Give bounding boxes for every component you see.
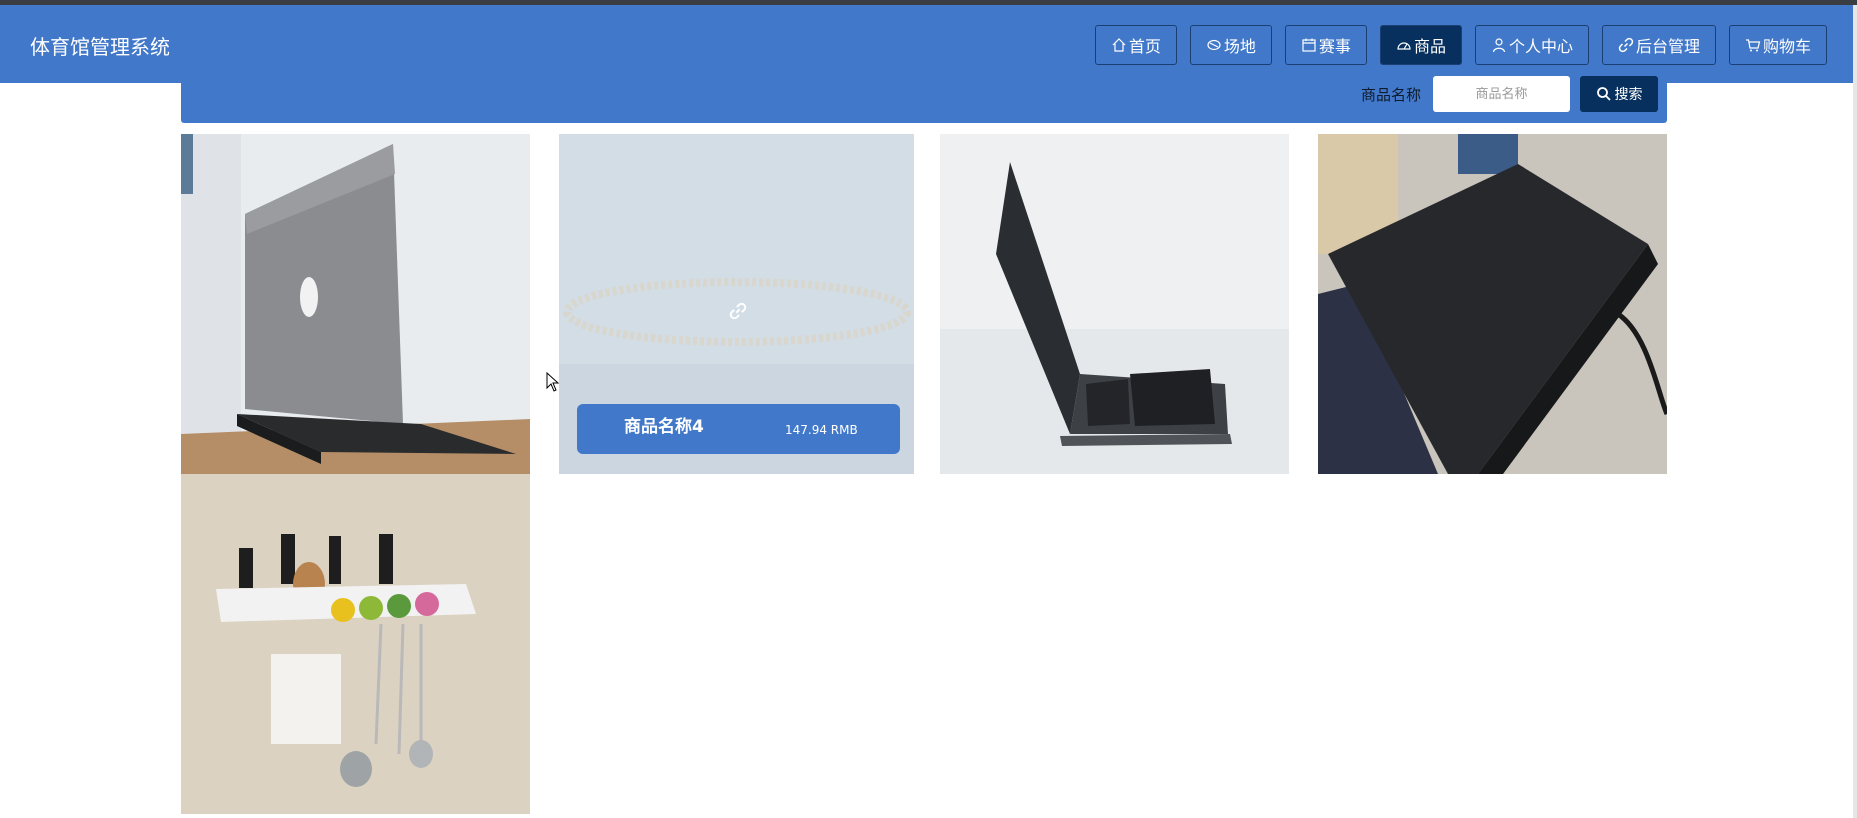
- nav-item-admin[interactable]: 后台管理: [1601, 25, 1716, 65]
- product-image: [940, 134, 1289, 474]
- product-card[interactable]: [1318, 134, 1667, 474]
- cart-icon: [1745, 39, 1761, 52]
- page-scrollbar[interactable]: [1853, 5, 1857, 818]
- product-caption: 商品名称4 147.94 RMB: [577, 404, 900, 454]
- venue-icon: [1207, 39, 1221, 51]
- home-icon: [1112, 38, 1126, 52]
- app-title: 体育馆管理系统: [30, 35, 170, 59]
- search-button[interactable]: 搜索: [1580, 76, 1658, 112]
- product-card[interactable]: 商品名称4 147.94 RMB: [559, 134, 914, 474]
- top-navbar: 体育馆管理系统 首页 场地 赛事 商品 个人中心 后台管理 购物车: [0, 5, 1853, 83]
- product-card[interactable]: [181, 474, 530, 814]
- nav-item-products[interactable]: 商品: [1379, 25, 1462, 65]
- search-button-label: 搜索: [1614, 87, 1643, 103]
- product-card[interactable]: [181, 134, 530, 474]
- nav-item-label: 首页: [1128, 37, 1161, 56]
- nav-item-home[interactable]: 首页: [1094, 25, 1177, 65]
- link-icon: [1618, 37, 1634, 53]
- user-icon: [1492, 38, 1506, 53]
- search-icon: [1596, 87, 1611, 101]
- product-name: 商品名称4: [624, 417, 704, 437]
- nav-item-label: 购物车: [1762, 37, 1811, 56]
- calendar-icon: [1302, 38, 1316, 52]
- product-image: [181, 134, 530, 474]
- product-image: [181, 474, 530, 814]
- main-nav: 首页 场地 赛事 商品 个人中心 后台管理 购物车: [1094, 25, 1827, 65]
- link-icon: [729, 302, 747, 320]
- nav-item-events[interactable]: 赛事: [1284, 25, 1367, 65]
- product-card[interactable]: [940, 134, 1289, 474]
- mouse-cursor-icon: [546, 372, 560, 392]
- nav-item-profile[interactable]: 个人中心: [1474, 25, 1589, 65]
- search-label: 商品名称: [1361, 86, 1422, 104]
- nav-item-venue[interactable]: 场地: [1189, 25, 1272, 65]
- nav-item-label: 场地: [1223, 37, 1256, 56]
- nav-item-label: 赛事: [1318, 37, 1351, 56]
- product-price: 147.94 RMB: [785, 423, 858, 437]
- nav-item-label: 商品: [1413, 37, 1446, 56]
- nav-item-label: 个人中心: [1508, 37, 1573, 56]
- dashboard-icon: [1397, 42, 1411, 50]
- nav-item-cart[interactable]: 购物车: [1728, 25, 1827, 65]
- nav-item-label: 后台管理: [1635, 37, 1700, 56]
- product-image: [1318, 134, 1667, 474]
- search-input[interactable]: [1433, 76, 1570, 112]
